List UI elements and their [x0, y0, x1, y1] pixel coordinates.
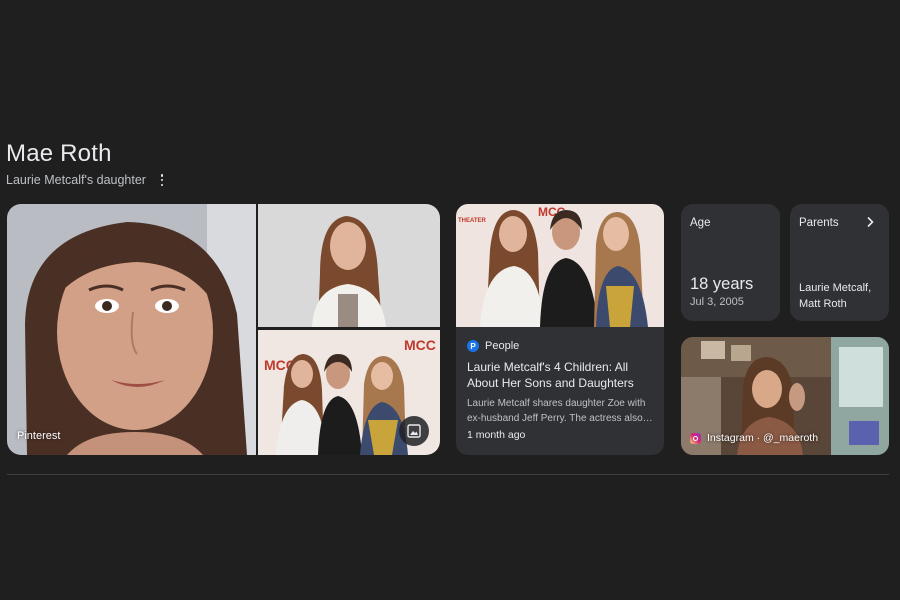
article-image: MCC THEATER — [456, 204, 664, 327]
main-photo[interactable]: Pinterest — [7, 204, 256, 455]
article-source: P People — [467, 340, 519, 352]
age-label: Age — [690, 217, 711, 229]
instagram-icon — [690, 432, 701, 444]
sign-subtext: THEATER — [458, 218, 487, 224]
instagram-source: Instagram · @_maeroth — [690, 432, 818, 444]
entity-subtitle: Laurie Metcalf's daughter — [6, 173, 168, 187]
view-images-button[interactable] — [399, 416, 429, 446]
article-card[interactable]: MCC THEATER P People Laurie Metcalf's 4 … — [456, 204, 664, 455]
parents-label: Parents — [799, 217, 839, 229]
image-icon — [407, 424, 421, 438]
age-value: 18 years — [690, 275, 754, 293]
divider — [7, 474, 889, 475]
article-source-name: People — [485, 340, 520, 352]
people-logo-icon: P — [467, 340, 479, 352]
article-snippet: Laurie Metcalf shares daughter Zoe with … — [467, 398, 653, 424]
sign-text: MCC — [404, 337, 436, 353]
parents-card[interactable]: Parents Laurie Metcalf, Matt Roth — [790, 204, 889, 321]
age-card[interactable]: Age 18 years Jul 3, 2005 — [681, 204, 780, 321]
gallery-photo-top[interactable] — [258, 204, 440, 327]
parents-value[interactable]: Laurie Metcalf, Matt Roth — [799, 280, 884, 312]
entity-title: Mae Roth — [6, 140, 112, 167]
source-label: Pinterest — [17, 430, 61, 442]
entity-description: Laurie Metcalf's daughter — [6, 173, 146, 187]
image-gallery: Pinterest MCC MCC — [7, 204, 440, 455]
gallery-photo-bottom[interactable]: MCC MCC — [258, 330, 440, 455]
article-timestamp: 1 month ago — [467, 429, 526, 441]
more-options-icon[interactable] — [156, 173, 168, 187]
article-title[interactable]: Laurie Metcalf's 4 Children: All About H… — [467, 359, 657, 391]
chevron-right-icon — [867, 216, 874, 228]
instagram-handle: Instagram · @_maeroth — [707, 432, 819, 444]
birth-date: Jul 3, 2005 — [690, 296, 744, 308]
instagram-card[interactable]: Instagram · @_maeroth — [681, 337, 889, 455]
